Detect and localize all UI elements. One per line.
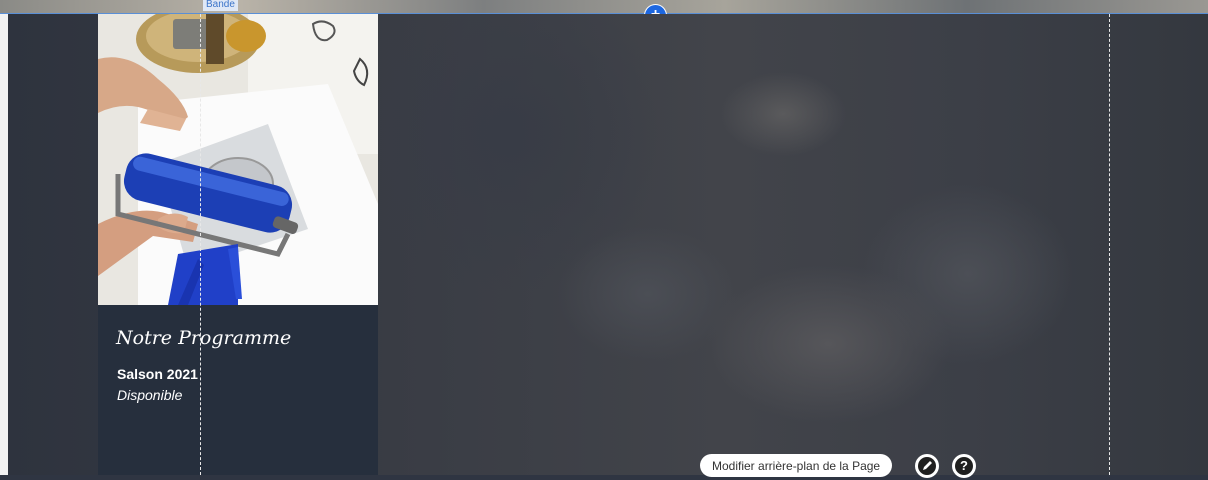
- layout-guide-right: [1109, 14, 1110, 475]
- pencil-icon: [918, 457, 936, 475]
- card-season: Salson 2021: [117, 366, 198, 382]
- question-icon: ?: [955, 457, 973, 475]
- card-title: Notre Programme: [116, 327, 292, 349]
- layout-guide-left: [200, 14, 201, 475]
- modify-background-button[interactable]: Modifier arrière-plan de la Page: [700, 454, 893, 477]
- editor-left-margin: [0, 14, 8, 475]
- printmaking-illustration: [98, 14, 378, 305]
- top-section-preview: [0, 0, 1208, 13]
- program-card[interactable]: Notre Programme Salson 2021 Disponible: [98, 14, 378, 475]
- band-label[interactable]: Bande: [203, 0, 238, 11]
- card-status: Disponible: [117, 387, 183, 403]
- help-button[interactable]: ?: [952, 454, 976, 478]
- edit-background-button[interactable]: [915, 454, 939, 478]
- printmaking-photo[interactable]: [98, 14, 378, 305]
